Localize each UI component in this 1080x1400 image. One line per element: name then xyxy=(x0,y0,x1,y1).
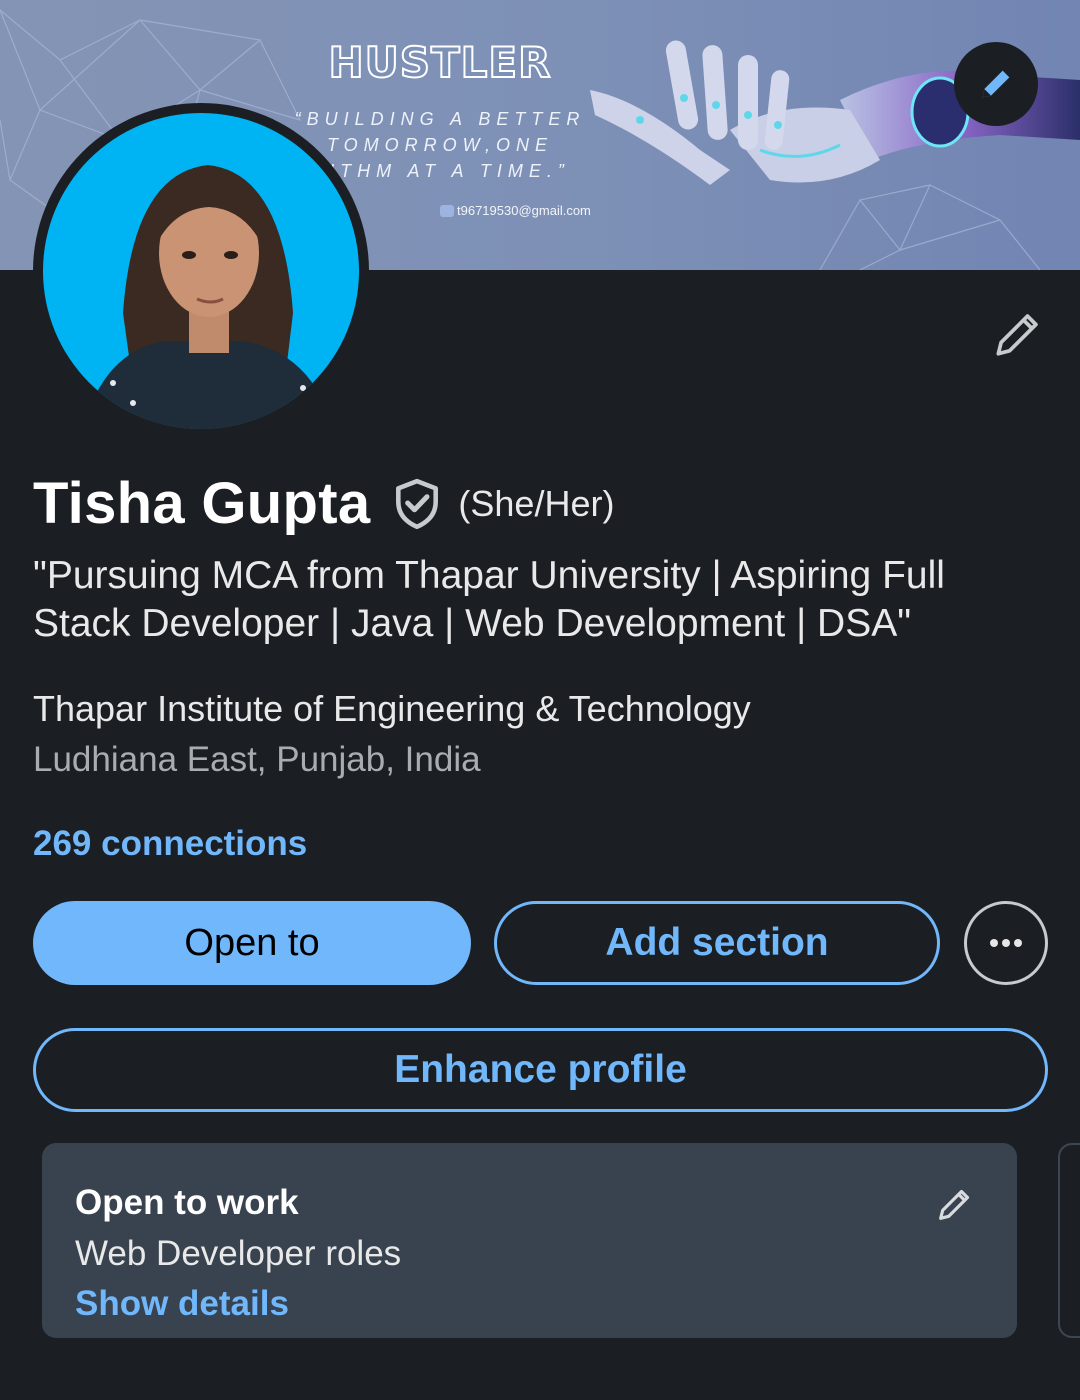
open-to-work-card[interactable]: Open to work Web Developer roles Show de… xyxy=(42,1143,1017,1338)
profile-avatar[interactable] xyxy=(33,103,369,439)
enhance-profile-button[interactable]: Enhance profile xyxy=(33,1028,1048,1112)
profile-location: Ludhiana East, Punjab, India xyxy=(33,740,481,779)
verified-badge[interactable] xyxy=(392,476,444,532)
banner-email: t96719530@gmail.com xyxy=(440,203,591,218)
avatar-portrait xyxy=(83,165,333,429)
pencil-icon xyxy=(996,314,1038,356)
connections-link[interactable]: 269 connections xyxy=(33,824,307,864)
edit-open-to-work-button[interactable] xyxy=(932,1183,976,1227)
open-to-work-title: Open to work xyxy=(75,1183,299,1222)
open-to-work-roles: Web Developer roles xyxy=(75,1234,402,1273)
name-row: Tisha Gupta (She/Her) xyxy=(33,470,614,537)
shield-check-icon xyxy=(396,478,439,529)
add-section-button[interactable]: Add section xyxy=(494,901,940,985)
mail-icon xyxy=(440,204,454,217)
banner-email-text: t96719530@gmail.com xyxy=(457,203,591,218)
pencil-icon xyxy=(982,70,1010,98)
next-card-peek[interactable] xyxy=(1058,1143,1080,1338)
profile-organization[interactable]: Thapar Institute of Engineering & Techno… xyxy=(33,688,751,730)
more-options-button[interactable] xyxy=(964,901,1048,985)
profile-name: Tisha Gupta xyxy=(33,471,371,536)
pencil-icon xyxy=(939,1189,970,1220)
avatar-photo xyxy=(43,113,359,429)
pronouns: (She/Her) xyxy=(458,482,615,524)
ellipsis-icon xyxy=(990,939,1022,947)
edit-banner-button[interactable] xyxy=(954,42,1038,126)
profile-headline: "Pursuing MCA from Thapar University | A… xyxy=(33,554,945,645)
show-details-link[interactable]: Show details xyxy=(75,1284,289,1324)
edit-intro-button[interactable] xyxy=(986,304,1048,366)
open-to-button[interactable]: Open to xyxy=(33,901,471,985)
